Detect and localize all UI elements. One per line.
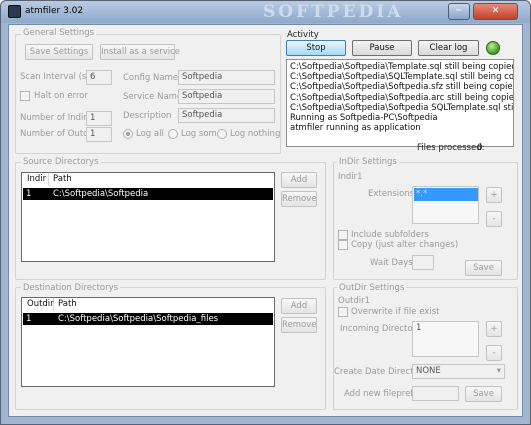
config-name-input[interactable]: Softpedia [178, 70, 275, 85]
activity-title: Activity [287, 30, 319, 40]
log-line: C:\Softpedia\Softpedia\SQLTemplate.sql s… [290, 72, 514, 83]
close-button[interactable]: ✕ [473, 3, 518, 20]
wait-days-label: Wait Days [370, 258, 413, 268]
scan-interval-input[interactable]: 6 [86, 70, 112, 85]
log-line: Running as Softpedia-PC\Softpedia [290, 113, 438, 124]
create-date-directory-select[interactable]: NONE ▾ [412, 364, 505, 379]
app-icon [8, 5, 21, 18]
description-input[interactable]: Softpedia [178, 108, 275, 123]
incoming-remove-button[interactable]: - [486, 345, 502, 361]
indir-name-label: Indir1 [338, 172, 363, 182]
dest-remove-button[interactable]: Remove [281, 317, 317, 333]
main-panel: General Settings Save Settings Install a… [8, 24, 523, 417]
source-remove-button[interactable]: Remove [281, 191, 317, 207]
copy-changes-label: Copy (just alter changes) [351, 240, 459, 250]
close-icon: ✕ [491, 6, 500, 16]
halt-on-error-checkbox[interactable] [20, 91, 30, 101]
row-path: C:\Softpedia\Softpedia [53, 189, 149, 199]
log-all-label: Log all [136, 129, 164, 139]
log-line: atmfiler running as application [290, 123, 421, 134]
include-subfolders-checkbox[interactable] [338, 230, 348, 240]
softpedia-watermark: SOFTPEDIA [263, 2, 404, 22]
service-name-label: Service Name [123, 92, 183, 102]
service-name-input[interactable]: Softpedia [178, 89, 275, 104]
row-indir: 1 [26, 189, 32, 199]
num-indirs-input[interactable]: 1 [86, 111, 112, 126]
log-nothing-radio[interactable] [217, 129, 227, 139]
config-name-label: Config Name [123, 73, 179, 83]
log-line: C:\Softpedia\Softpedia\Template.sql stil… [290, 62, 514, 72]
log-line: C:\Softpedia\Softpedia\Softpedia.arc sti… [290, 92, 514, 103]
source-directorys-title: Source Directorys [21, 157, 101, 167]
source-add-button[interactable]: Add [281, 172, 317, 188]
extension-item[interactable]: *.* [414, 188, 478, 201]
outdir-save-button[interactable]: Save [465, 386, 502, 402]
extensions-remove-button[interactable]: - [486, 211, 502, 227]
incoming-directorys-list[interactable]: 1 [412, 321, 479, 357]
source-directorys-table[interactable]: Indir Path 1 C:\Softpedia\Softpedia [21, 172, 275, 262]
save-settings-button[interactable]: Save Settings [25, 44, 93, 60]
stop-button[interactable]: Stop [286, 40, 346, 56]
pause-button[interactable]: Pause [352, 40, 412, 56]
table-row[interactable]: 1 C:\Softpedia\Softpedia [23, 188, 273, 200]
app-window: atmfiler 3.02 SOFTPEDIA ─ ✕ General Sett… [0, 0, 531, 425]
wait-days-input[interactable] [412, 255, 434, 270]
dest-add-button[interactable]: Add [281, 298, 317, 314]
column-header-outdir[interactable]: Outdir [23, 298, 54, 311]
extensions-list[interactable]: *.* [412, 186, 479, 224]
files-processed-label: Files processed: [417, 143, 485, 153]
activity-log[interactable]: C:\Softpedia\Softpedia\Template.sql stil… [286, 59, 514, 147]
halt-on-error-label: Halt on error [34, 91, 88, 101]
files-processed-value: 0 [477, 143, 483, 153]
install-service-button[interactable]: Install as a service [100, 44, 180, 60]
outdir-settings-title: OutDir Settings [337, 283, 407, 293]
column-header-path[interactable]: Path [54, 298, 274, 311]
clear-log-button[interactable]: Clear log [418, 40, 479, 56]
copy-changes-checkbox[interactable] [338, 240, 348, 250]
status-indicator-icon [486, 41, 500, 55]
destination-directorys-table[interactable]: Outdir Path 1 C:\Softpedia\Softpedia\Sof… [21, 297, 275, 387]
description-label: Description [123, 111, 172, 121]
row-path: C:\Softpedia\Softpedia\Softpedia_files [58, 314, 219, 324]
num-outdirs-input[interactable]: 1 [86, 127, 112, 142]
log-nothing-label: Log nothing [230, 129, 281, 139]
incoming-add-button[interactable]: + [486, 321, 502, 337]
window-title: atmfiler 3.02 [25, 6, 84, 16]
num-indirs-label: Number of Indirs [20, 113, 92, 123]
fileprefix-input[interactable] [412, 386, 459, 401]
indir-settings-title: InDir Settings [337, 157, 399, 167]
log-line: C:\Softpedia\Softpedia\Softpedia SQLTemp… [290, 102, 514, 113]
log-line: C:\Softpedia\Softpedia\Softpedia.sfz sti… [290, 82, 514, 93]
create-date-directory-value: NONE [416, 366, 441, 376]
log-some-label: Log some [181, 129, 223, 139]
column-header-path[interactable]: Path [49, 173, 274, 186]
row-outdir: 1 [26, 314, 32, 324]
general-settings-title: General Settings [21, 28, 97, 38]
overwrite-label: Overwrite if file exist [351, 307, 440, 317]
column-header-indir[interactable]: Indir [23, 173, 49, 186]
add-fileprefix-label: Add new fileprefix [344, 389, 421, 399]
minimize-button[interactable]: ─ [448, 3, 470, 20]
table-row[interactable]: 1 C:\Softpedia\Softpedia\Softpedia_files [23, 313, 273, 325]
log-all-radio[interactable] [123, 129, 133, 139]
title-bar[interactable]: atmfiler 3.02 SOFTPEDIA ─ ✕ [1, 1, 530, 23]
include-subfolders-label: Include subfolders [351, 230, 429, 240]
extensions-add-button[interactable]: + [486, 187, 502, 203]
extensions-label: Extensions [368, 189, 415, 199]
log-some-radio[interactable] [168, 129, 178, 139]
indir-save-button[interactable]: Save [465, 260, 502, 276]
minimize-icon: ─ [456, 6, 462, 16]
chevron-down-icon: ▾ [496, 366, 501, 376]
overwrite-checkbox[interactable] [338, 307, 348, 317]
outdir-name-label: Outdir1 [338, 296, 371, 306]
destination-directorys-title: Destination Directorys [21, 283, 121, 293]
